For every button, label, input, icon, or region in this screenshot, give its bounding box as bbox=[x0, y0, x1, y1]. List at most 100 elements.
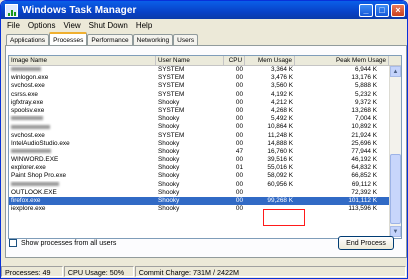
menu-file[interactable]: File bbox=[3, 21, 24, 30]
user-name-cell: Shooky bbox=[158, 188, 180, 196]
status-cpu-usage: CPU Usage: 50% bbox=[63, 266, 134, 277]
redacted-name-blur bbox=[11, 67, 41, 72]
table-row[interactable]: winlogon.exe SYSTEM 00 3,476 K 13,176 K bbox=[9, 74, 389, 82]
peak-mem-cell: 9,372 K bbox=[354, 98, 377, 106]
redacted-name-blur bbox=[11, 116, 43, 121]
tab-applications[interactable]: Applications bbox=[6, 34, 50, 45]
process-name-cell: IntelAudioStudio.exe bbox=[11, 139, 70, 147]
table-row[interactable]: firefox.exe Shooky 00 99,268 K 101,112 K bbox=[9, 197, 389, 206]
column-cpu[interactable]: CPU bbox=[224, 56, 245, 65]
mem-usage-cell: 3,364 K bbox=[270, 66, 293, 73]
scroll-up-arrow-icon[interactable]: ▲ bbox=[390, 66, 401, 77]
column-user-name[interactable]: User Name bbox=[156, 56, 224, 65]
peak-mem-cell: 25,696 K bbox=[351, 139, 377, 147]
end-process-button[interactable]: End Process bbox=[338, 236, 394, 250]
menu-options[interactable]: Options bbox=[24, 21, 60, 30]
mem-usage-cell: 4,268 K bbox=[270, 106, 293, 114]
table-row[interactable]: OUTLOOK.EXE Shooky 00 72,392 K bbox=[9, 189, 389, 197]
title-bar[interactable]: Windows Task Manager _ □ × bbox=[1, 1, 407, 19]
cpu-cell: 00 bbox=[235, 90, 243, 98]
table-row[interactable]: igfxtray.exe Shooky 00 4,212 K 9,372 K bbox=[9, 99, 389, 107]
peak-mem-cell: 72,392 K bbox=[351, 188, 377, 196]
peak-mem-cell: 46,192 K bbox=[351, 156, 377, 164]
show-all-users-checkbox[interactable]: Show processes from all users bbox=[9, 239, 116, 247]
table-row[interactable]: Shooky 00 60,956 K 69,112 K bbox=[9, 181, 389, 189]
table-row[interactable]: svchost.exe SYSTEM 00 3,560 K 5,888 K bbox=[9, 82, 389, 90]
cpu-cell: 00 bbox=[235, 180, 243, 188]
show-all-users-label: Show processes from all users bbox=[21, 239, 117, 247]
peak-mem-cell: 113,596 K bbox=[348, 205, 377, 213]
table-row[interactable]: Shooky 00 10,864 K 10,892 K bbox=[9, 123, 389, 131]
mem-usage-cell: 14,888 K bbox=[267, 139, 293, 147]
user-name-cell: SYSTEM bbox=[158, 131, 185, 139]
cpu-cell: 00 bbox=[235, 66, 243, 73]
tab-processes[interactable]: Processes bbox=[49, 32, 88, 46]
tab-networking[interactable]: Networking bbox=[132, 34, 174, 45]
table-row[interactable]: svchost.exe SYSTEM 00 11,248 K 21,924 K bbox=[9, 132, 389, 140]
cpu-cell: 00 bbox=[235, 156, 243, 164]
table-row[interactable]: spoolsv.exe SYSTEM 00 4,268 K 13,268 K bbox=[9, 107, 389, 115]
peak-mem-cell: 6,944 K bbox=[354, 66, 377, 73]
redacted-name-blur bbox=[11, 181, 59, 186]
mem-usage-cell: 58,092 K bbox=[267, 172, 293, 180]
process-list[interactable]: Image Name User Name CPU Mem Usage Peak … bbox=[8, 55, 402, 239]
user-name-cell: Shooky bbox=[158, 180, 180, 188]
mem-usage-cell bbox=[245, 189, 295, 197]
peak-mem-cell: 21,924 K bbox=[351, 131, 377, 139]
cpu-cell: 00 bbox=[235, 188, 243, 196]
menu-help[interactable]: Help bbox=[132, 21, 156, 30]
checkbox-box[interactable] bbox=[9, 239, 17, 247]
user-name-cell: Shooky bbox=[158, 172, 180, 180]
cpu-cell: 00 bbox=[235, 74, 243, 82]
cpu-cell: 00 bbox=[235, 131, 243, 139]
process-name-cell: OUTLOOK.EXE bbox=[11, 188, 57, 196]
minimize-button[interactable]: _ bbox=[359, 3, 373, 17]
processes-panel: Image Name User Name CPU Mem Usage Peak … bbox=[5, 45, 407, 258]
cpu-cell: 00 bbox=[235, 123, 243, 131]
scroll-thumb[interactable] bbox=[390, 154, 401, 224]
table-row[interactable]: Paint Shop Pro.exe Shooky 00 58,092 K 66,852… bbox=[9, 172, 389, 180]
mem-usage-cell: 10,864 K bbox=[267, 123, 293, 131]
maximize-button[interactable]: □ bbox=[375, 3, 389, 17]
close-button[interactable]: × bbox=[391, 3, 405, 17]
task-manager-window: Windows Task Manager _ □ × File Options … bbox=[0, 0, 408, 279]
user-name-cell: SYSTEM bbox=[158, 106, 185, 114]
table-row[interactable]: Shooky 47 16,760 K 77,944 K bbox=[9, 148, 389, 156]
process-name-cell: firefox.exe bbox=[11, 197, 41, 204]
user-name-cell: SYSTEM bbox=[158, 82, 185, 90]
process-name-cell: iexplore.exe bbox=[11, 205, 46, 213]
column-image-name[interactable]: Image Name bbox=[9, 56, 156, 65]
tab-users[interactable]: Users bbox=[173, 34, 199, 45]
cpu-cell: 00 bbox=[235, 205, 243, 213]
table-row[interactable]: iexplore.exe Shooky 00 113,596 K bbox=[9, 205, 389, 213]
process-name-cell: csrss.exe bbox=[11, 90, 38, 98]
status-commit-charge: Commit Charge: 731M / 2422M bbox=[134, 266, 407, 277]
mem-usage-cell: 60,956 K bbox=[267, 180, 293, 188]
process-name-cell: Paint Shop Pro.exe bbox=[11, 172, 67, 180]
cpu-cell: 00 bbox=[235, 98, 243, 106]
table-row[interactable]: csrss.exe SYSTEM 00 4,192 K 5,232 K bbox=[9, 91, 389, 99]
table-row[interactable]: SYSTEM 00 3,364 K 6,944 K bbox=[9, 66, 389, 74]
table-row[interactable]: IntelAudioStudio.exe Shooky 00 14,888 K 25,6… bbox=[9, 140, 389, 148]
process-name-cell: WINWORD.EXE bbox=[11, 156, 59, 164]
vertical-scrollbar[interactable]: ▲ ▼ bbox=[389, 66, 401, 237]
process-name-cell bbox=[9, 181, 156, 189]
user-name-cell: Shooky bbox=[158, 156, 180, 164]
tab-strip: Applications Processes Performance Netwo… bbox=[6, 32, 199, 46]
column-peak-mem-usage[interactable]: Peak Mem Usage bbox=[295, 56, 389, 65]
user-name-cell: SYSTEM bbox=[158, 74, 185, 82]
cpu-cell: 00 bbox=[235, 115, 243, 123]
mem-usage-cell: 5,492 K bbox=[270, 115, 293, 123]
mem-usage-cell: 55,016 K bbox=[267, 164, 293, 172]
process-name-cell bbox=[9, 115, 156, 123]
process-rows: SYSTEM 00 3,364 K 6,944 Kwinlogon.exe SYSTEM… bbox=[9, 66, 389, 213]
column-mem-usage[interactable]: Mem Usage bbox=[245, 56, 295, 65]
process-name-cell: igfxtray.exe bbox=[11, 98, 44, 106]
table-row[interactable]: explorer.exe Shooky 01 55,016 K 64,832 K bbox=[9, 164, 389, 172]
tab-performance[interactable]: Performance bbox=[87, 34, 133, 45]
menu-view[interactable]: View bbox=[59, 21, 84, 30]
table-row[interactable]: WINWORD.EXE Shooky 00 39,516 K 46,192 K bbox=[9, 156, 389, 164]
table-row[interactable]: Shooky 00 5,492 K 7,004 K bbox=[9, 115, 389, 123]
menu-shut-down[interactable]: Shut Down bbox=[85, 21, 132, 30]
user-name-cell: Shooky bbox=[158, 164, 180, 172]
